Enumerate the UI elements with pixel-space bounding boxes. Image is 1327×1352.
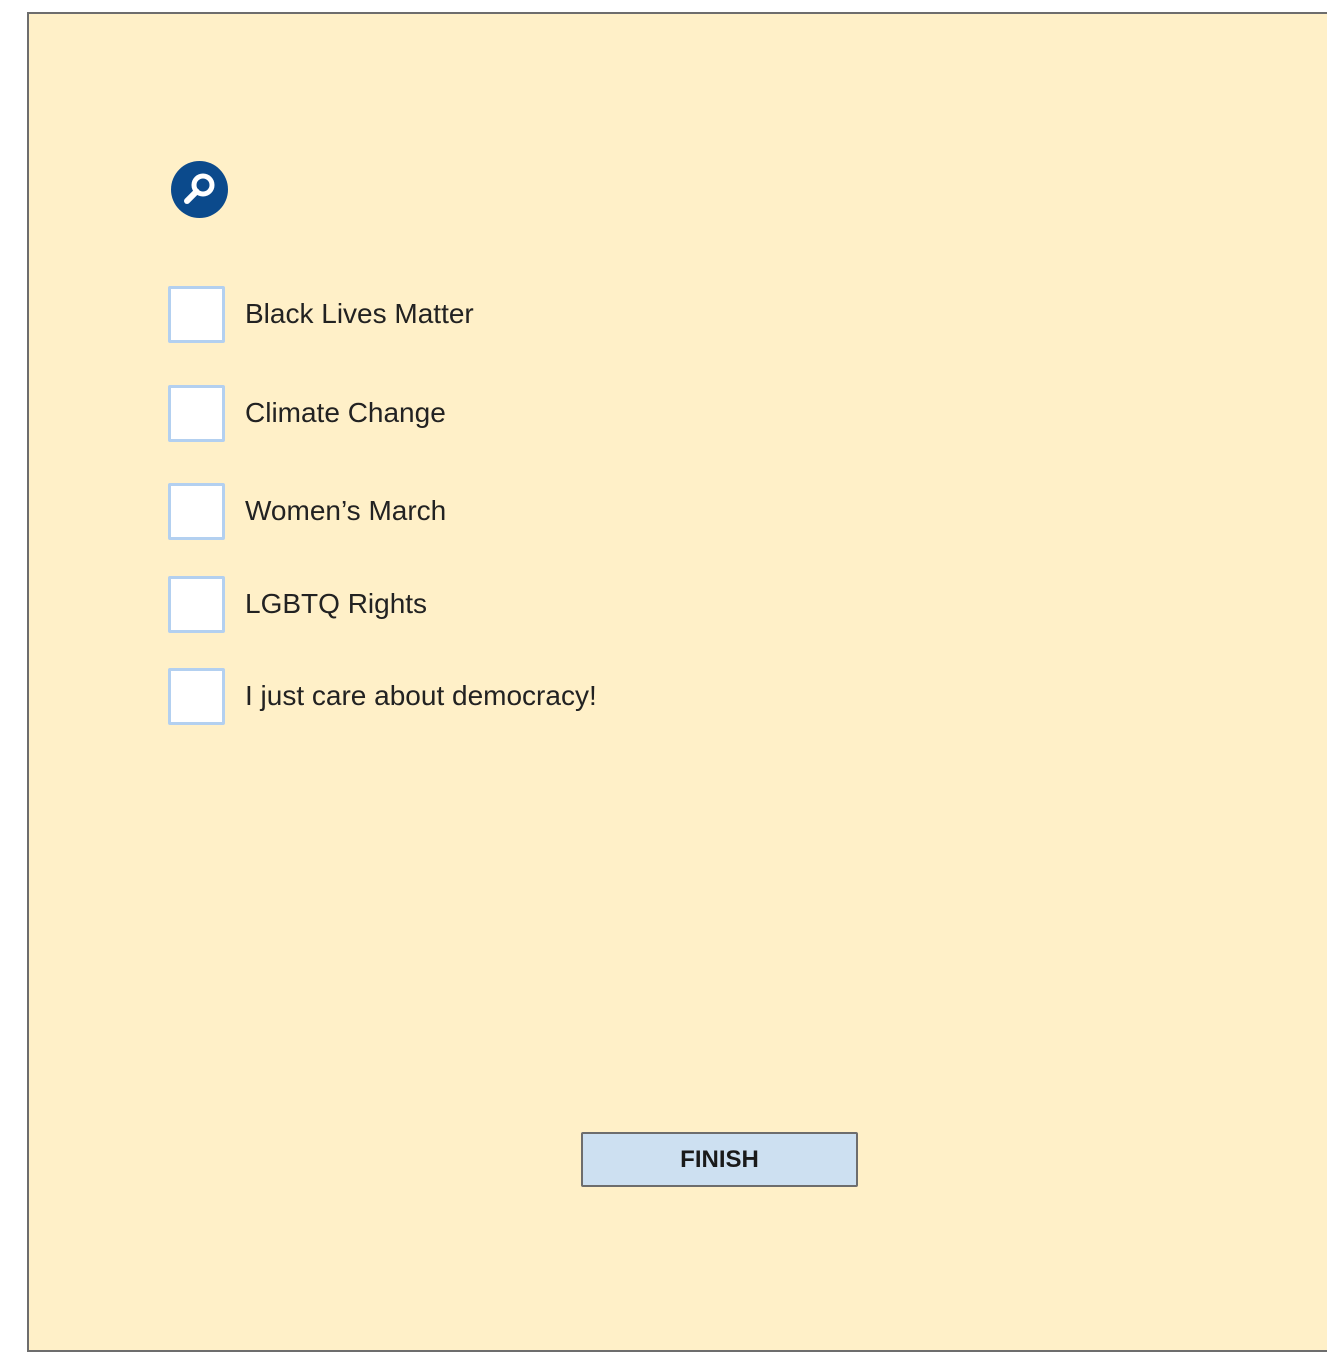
checkbox[interactable] [168, 285, 225, 343]
option-black-lives-matter[interactable]: Black Lives Matter [168, 284, 474, 344]
finish-button[interactable]: FINISH [581, 1132, 858, 1187]
option-womens-march[interactable]: Women’s March [168, 481, 446, 541]
checkbox[interactable] [168, 384, 225, 442]
option-label: Climate Change [245, 397, 446, 428]
option-label: LGBTQ Rights [245, 588, 428, 619]
option-label: Women’s March [245, 495, 447, 526]
checkbox[interactable] [168, 482, 225, 540]
search-icon[interactable] [171, 161, 228, 218]
option-democracy[interactable]: I just care about democracy! [168, 666, 597, 726]
option-climate-change[interactable]: Climate Change [168, 383, 446, 443]
checkbox[interactable] [168, 667, 225, 725]
option-label: I just care about democracy! [245, 680, 597, 711]
option-lgbtq-rights[interactable]: LGBTQ Rights [168, 574, 427, 634]
checkbox[interactable] [168, 575, 225, 633]
option-label: Black Lives Matter [245, 298, 474, 329]
